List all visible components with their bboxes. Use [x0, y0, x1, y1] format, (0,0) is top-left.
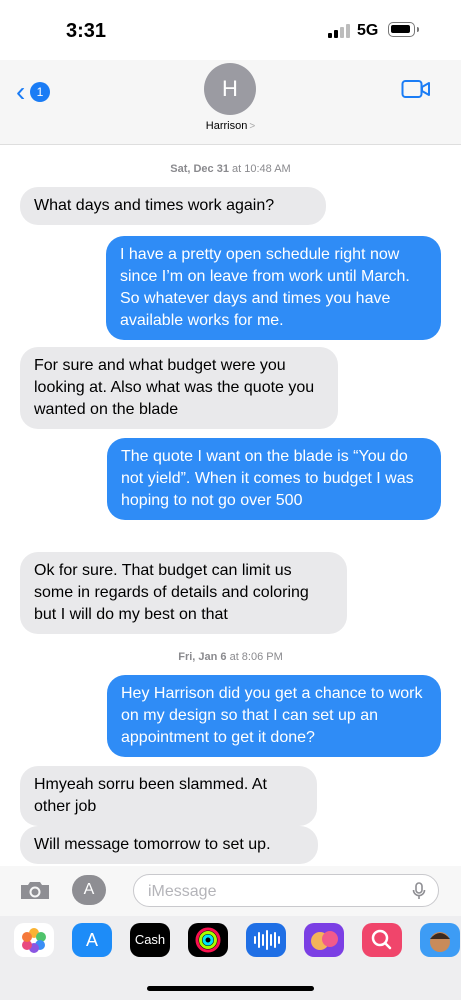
- unread-badge: 1: [30, 82, 50, 102]
- incoming-message[interactable]: Hmyeah sorru been slammed. At other job: [20, 766, 317, 826]
- incoming-message[interactable]: Ok for sure. That budget can limit us so…: [20, 552, 347, 634]
- status-time: 3:31: [66, 20, 107, 42]
- apple-cash-icon[interactable]: Cash: [130, 923, 170, 957]
- imessage-field-container[interactable]: [133, 874, 439, 907]
- chevron-left-icon: ‹: [16, 76, 26, 107]
- memoji-icon[interactable]: [420, 923, 460, 957]
- camera-icon[interactable]: [18, 878, 52, 902]
- microphone-icon[interactable]: [412, 882, 426, 900]
- incoming-message[interactable]: For sure and what budget were you lookin…: [20, 347, 338, 429]
- compose-bar: A: [0, 866, 461, 916]
- chevron-right-icon: >: [249, 121, 256, 132]
- timestamp-day: Fri, Jan 6: [178, 651, 227, 663]
- timestamp: Sat, Dec 31 at 10:48 AM: [0, 163, 461, 175]
- timestamp-time: at 8:06 PM: [229, 651, 283, 663]
- audio-message-icon[interactable]: [246, 923, 286, 957]
- incoming-message[interactable]: Will message tomorrow to set up.: [20, 826, 318, 864]
- apps-button[interactable]: A: [72, 875, 106, 905]
- photos-icon[interactable]: [14, 923, 54, 957]
- outgoing-message[interactable]: The quote I want on the blade is “You do…: [107, 438, 441, 520]
- video-call-icon[interactable]: [401, 78, 431, 100]
- app-store-icon: A: [83, 881, 95, 898]
- web-search-icon[interactable]: [362, 923, 402, 957]
- imessage-input[interactable]: [146, 880, 390, 904]
- app-store-icon[interactable]: A: [72, 923, 112, 957]
- contact-avatar[interactable]: H: [204, 63, 256, 115]
- timestamp: Fri, Jan 6 at 8:06 PM: [0, 651, 461, 663]
- apple-cash-label: Cash: [134, 932, 166, 947]
- cellular-signal-icon: [328, 24, 350, 38]
- activity-icon[interactable]: [188, 923, 228, 957]
- conversation-header: ‹ 1 H Harrison >: [0, 60, 461, 145]
- timestamp-time: at 10:48 AM: [232, 163, 291, 175]
- contact-name: Harrison: [205, 120, 248, 132]
- back-button[interactable]: ‹ 1: [16, 76, 56, 107]
- network-type: 5G: [357, 22, 379, 39]
- timestamp-day: Sat, Dec 31: [170, 163, 229, 175]
- memoji-stickers-icon[interactable]: [304, 923, 344, 957]
- battery-icon: [388, 22, 419, 37]
- contact-name-button[interactable]: Harrison >: [0, 120, 461, 132]
- incoming-message[interactable]: What days and times work again?: [20, 187, 326, 225]
- outgoing-message[interactable]: Hey Harrison did you get a chance to wor…: [107, 675, 441, 757]
- home-indicator[interactable]: [147, 986, 314, 991]
- status-bar: 3:31 5G: [0, 0, 461, 60]
- outgoing-message[interactable]: I have a pretty open schedule right now …: [106, 236, 441, 340]
